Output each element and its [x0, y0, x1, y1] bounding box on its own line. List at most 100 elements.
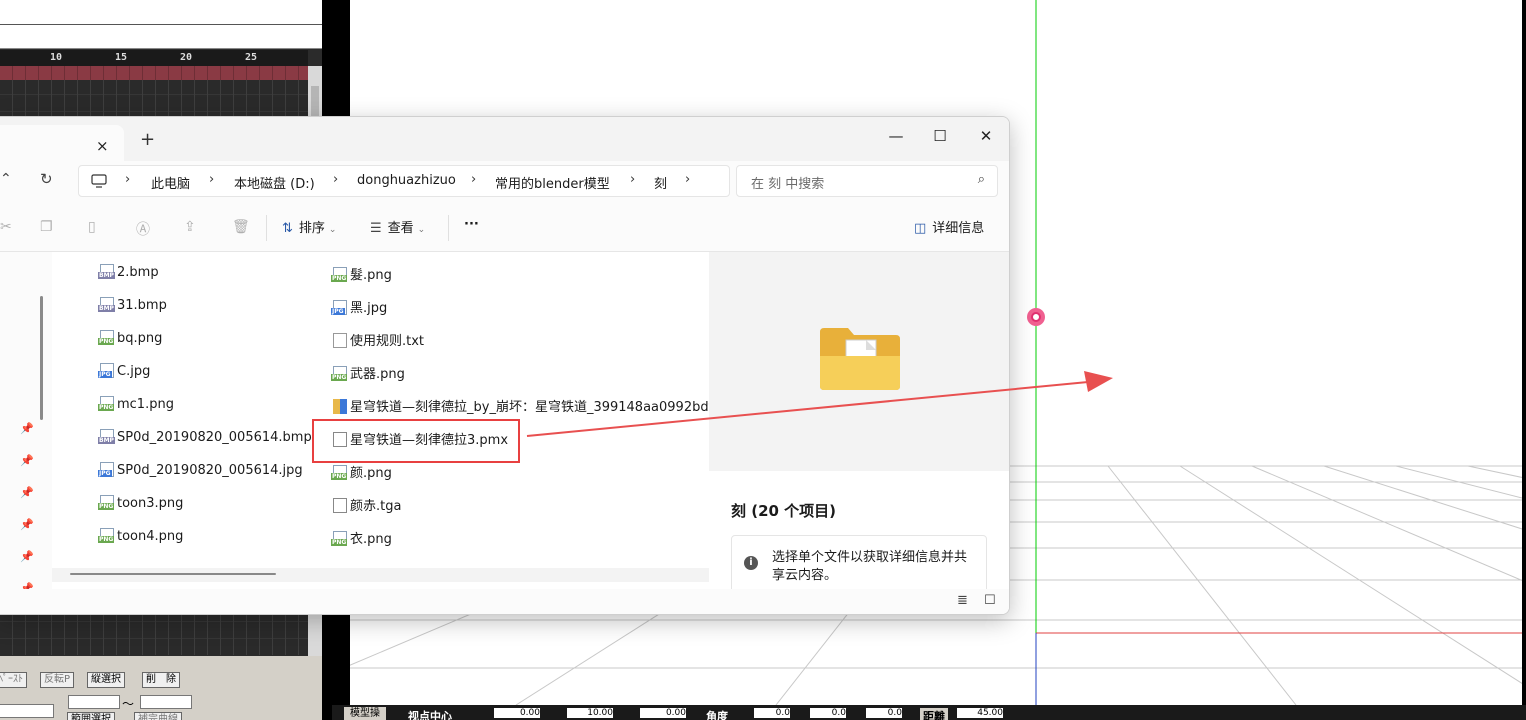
file-item[interactable]: PNG toon3.png	[98, 495, 183, 515]
breadcrumb-chevron-icon[interactable]: ›	[333, 172, 338, 187]
file-list[interactable]: BMP 2.bmp BMP 31.bmp PNG bq.png JPG C.jpg PN…	[52, 252, 709, 589]
file-item[interactable]: PNG bq.png	[98, 330, 162, 350]
computer-icon[interactable]	[91, 174, 107, 188]
file-item[interactable]: PNG mc1.png	[98, 396, 174, 416]
details-pane-button[interactable]: ◫ 详细信息	[914, 217, 984, 236]
file-name: 黑.jpg	[350, 301, 388, 316]
file-explorer-window: × + — ☐ ✕ ⌃ ↻ › 此电脑 › 本地磁盘 (D:) › donghu…	[0, 116, 1010, 615]
floor-grid-line	[1107, 465, 1297, 705]
pin-icon[interactable]: 📌	[20, 422, 34, 435]
paste-icon[interactable]: ▯	[88, 219, 96, 235]
distance-field[interactable]: 45.00	[957, 708, 1003, 718]
reverse-paste-button[interactable]: 反転P	[40, 672, 75, 688]
preview-area	[709, 252, 1009, 471]
frame-from-input[interactable]	[68, 695, 120, 709]
file-item[interactable]: PNG 髮.png	[331, 264, 392, 284]
breadcrumb-drive-d[interactable]: 本地磁盘 (D:)	[234, 173, 315, 192]
new-tab-icon[interactable]: +	[140, 129, 155, 150]
model-select[interactable]	[0, 704, 54, 718]
delete-icon[interactable]: 🗑	[232, 219, 250, 235]
rename-icon[interactable]: Ⓐ	[136, 219, 150, 239]
file-name: SP0d_20190820_005614.bmp	[117, 430, 312, 445]
up-arrow-icon[interactable]: ⌃	[0, 171, 12, 187]
info-card: i 选择单个文件以获取详细信息并共享云内容。	[731, 535, 987, 597]
details-pane-icon: ◫	[914, 221, 927, 236]
file-item[interactable]: JPG C.jpg	[98, 363, 150, 383]
model-tab[interactable]: 模型操	[344, 707, 386, 720]
breadcrumb-ke[interactable]: 刻	[654, 173, 667, 192]
toolbar-divider	[266, 215, 267, 241]
paste-button[interactable]: ﾍﾟｰｽﾄ	[0, 672, 27, 688]
angle-y-field[interactable]: 0.0	[810, 708, 846, 718]
breadcrumb-chevron-icon[interactable]: ›	[125, 172, 130, 187]
navigation-pane[interactable]: 📌 📌 📌 📌 📌 📌	[0, 252, 52, 614]
cut-icon[interactable]: ✂	[0, 219, 12, 235]
file-item[interactable]: JPG SP0d_20190820_005614.jpg	[98, 462, 303, 482]
file-item[interactable]: 使用规则.txt	[333, 330, 424, 350]
status-bar: ≣ ☐	[0, 589, 1009, 614]
file-item[interactable]: PNG 衣.png	[331, 528, 392, 548]
more-options-button[interactable]: ···	[464, 217, 479, 232]
view-y-field[interactable]: 10.00	[567, 708, 613, 718]
share-icon[interactable]: ⇪	[184, 219, 196, 235]
pin-icon[interactable]: 📌	[20, 518, 34, 531]
breadcrumb-chevron-icon[interactable]: ›	[209, 172, 214, 187]
sort-button[interactable]: ⇅ 排序 ⌄	[282, 217, 336, 236]
file-item[interactable]: 星穹铁道—刻律德拉_by_崩坏：星穹铁道_399148aa0992bdf4239…	[333, 396, 709, 416]
angle-z-field[interactable]: 0.0	[866, 708, 902, 718]
file-item-pmx[interactable]: 星穹铁道—刻律德拉3.pmx	[333, 429, 508, 449]
file-name: mc1.png	[117, 397, 174, 412]
search-icon[interactable]: ⌕	[978, 172, 985, 187]
file-item[interactable]: BMP 31.bmp	[98, 297, 167, 317]
file-name: 颜.png	[350, 466, 392, 481]
breadcrumb-donghuazhizuo[interactable]: donghuazhizuo	[357, 173, 456, 188]
view-z-field[interactable]: 0.00	[640, 708, 686, 718]
angle-x-field[interactable]: 0.0	[754, 708, 790, 718]
file-item[interactable]: 颜赤.tga	[333, 495, 401, 515]
address-bar[interactable]: › 此电脑 › 本地磁盘 (D:) › donghuazhizuo › 常用的b…	[78, 165, 730, 197]
breadcrumb-blender-models[interactable]: 常用的blender模型	[495, 173, 610, 192]
interp-button[interactable]: 補完曲線	[134, 712, 182, 720]
close-tab-icon[interactable]: ×	[96, 137, 109, 155]
keyframe-row[interactable]	[0, 66, 308, 80]
breadcrumb-chevron-icon[interactable]: ›	[685, 172, 690, 187]
png-file-icon: PNG	[331, 366, 348, 381]
delete-button[interactable]: 削 除	[142, 672, 180, 688]
pin-icon[interactable]: 📌	[20, 486, 34, 499]
file-item[interactable]: JPG 黑.jpg	[331, 297, 388, 317]
pin-icon[interactable]: 📌	[20, 454, 34, 467]
file-item[interactable]: PNG 颜.png	[331, 462, 392, 482]
maximize-icon[interactable]: ☐	[920, 123, 960, 149]
horizontal-scrollbar[interactable]	[52, 568, 709, 582]
minimize-icon[interactable]: —	[876, 123, 916, 149]
range-select-button[interactable]: 範囲選択	[67, 712, 115, 720]
file-item[interactable]: PNG toon4.png	[98, 528, 184, 548]
list-view-icon[interactable]: ≣	[957, 593, 968, 608]
view-x-field[interactable]: 0.00	[494, 708, 540, 718]
breadcrumb-this-pc[interactable]: 此电脑	[151, 173, 190, 192]
file-item[interactable]: PNG 武器.png	[331, 363, 405, 383]
active-tab[interactable]: ×	[0, 125, 124, 161]
copy-icon[interactable]: ❐	[40, 219, 53, 235]
search-box[interactable]: 在 刻 中搜索 ⌕	[736, 165, 998, 197]
file-item[interactable]: BMP 2.bmp	[98, 264, 159, 284]
view-button[interactable]: ☰ 查看 ⌄	[370, 217, 425, 236]
archive-file-icon	[333, 399, 347, 414]
frame-to-input[interactable]	[140, 695, 192, 709]
nav-scrollbar[interactable]	[40, 296, 43, 420]
file-item[interactable]: BMP SP0d_20190820_005614.bmp	[98, 429, 312, 449]
angle-label: 角度	[706, 710, 728, 720]
vertical-select-button[interactable]: 縦選択	[87, 672, 125, 688]
tile-view-icon[interactable]: ☐	[984, 593, 996, 608]
info-text: 选择单个文件以获取详细信息并共享云内容。	[772, 550, 968, 583]
breadcrumb-chevron-icon[interactable]: ›	[471, 172, 476, 187]
info-icon: i	[744, 556, 758, 570]
jpg-file-icon: JPG	[98, 363, 114, 378]
scrollbar-thumb[interactable]	[70, 573, 276, 575]
breadcrumb-chevron-icon[interactable]: ›	[630, 172, 635, 187]
refresh-icon[interactable]: ↻	[40, 170, 53, 188]
close-window-icon[interactable]: ✕	[966, 123, 1006, 149]
png-file-icon: PNG	[98, 495, 115, 510]
file-name: toon4.png	[117, 529, 184, 544]
pin-icon[interactable]: 📌	[20, 550, 34, 563]
